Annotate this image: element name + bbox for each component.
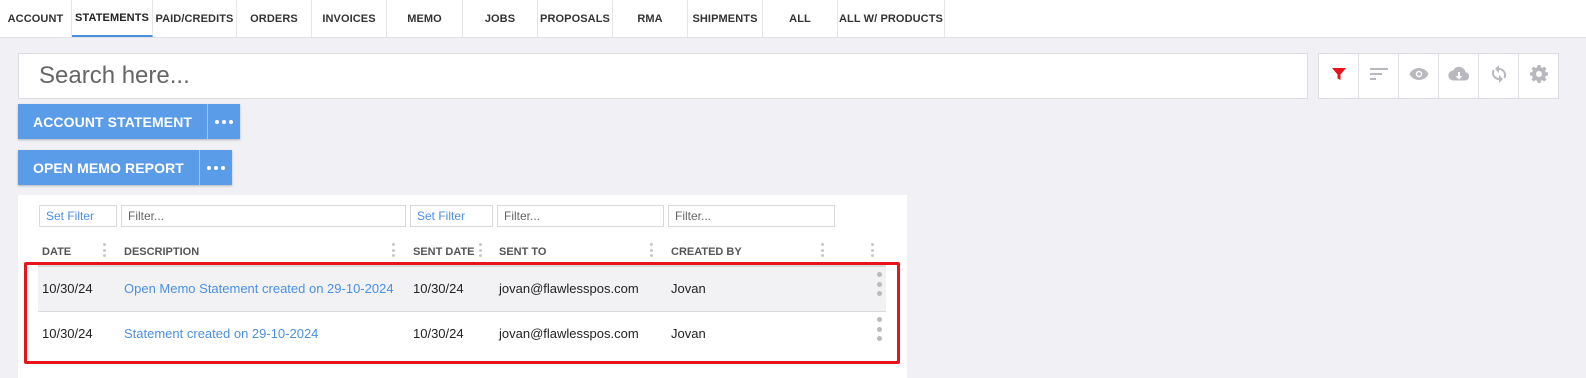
cloud-download-icon <box>1447 66 1470 87</box>
more-vertical-icon <box>876 317 882 322</box>
sent-to-filter-field <box>497 205 664 227</box>
tab-statements[interactable]: STATEMENTS <box>72 0 153 37</box>
tab-bar: ACCOUNT STATEMENTS PAID/CREDITS ORDERS I… <box>0 0 1586 38</box>
tab-memo[interactable]: MEMO <box>387 0 463 37</box>
created-by-filter-input[interactable] <box>675 209 834 223</box>
tab-shipments[interactable]: SHIPMENTS <box>688 0 763 37</box>
sort-icon <box>1369 67 1388 86</box>
more-horizontal-icon <box>206 165 225 170</box>
column-header-sent-to[interactable]: SENT TO <box>499 246 546 258</box>
description-filter-input[interactable] <box>128 209 405 223</box>
cell-sent-date: 10/30/24 <box>413 326 464 341</box>
tab-invoices[interactable]: INVOICES <box>312 0 387 37</box>
column-header-sent-date[interactable]: SENT DATE <box>413 246 475 258</box>
search-input[interactable] <box>19 61 1307 91</box>
cell-created-by: Jovan <box>671 326 706 341</box>
sent-to-filter-input[interactable] <box>504 209 663 223</box>
column-header-created-by[interactable]: CREATED BY <box>671 246 742 258</box>
tab-all-with-products[interactable]: ALL W/ PRODUCTS <box>838 0 945 37</box>
tab-jobs[interactable]: JOBS <box>463 0 538 37</box>
row-menu-button[interactable] <box>873 317 885 341</box>
statements-table: Set Filter Set Filter DATE DESCRIPTION S… <box>18 195 907 378</box>
column-resize-handle[interactable] <box>392 243 395 257</box>
more-horizontal-icon <box>215 119 234 124</box>
gear-icon <box>1529 64 1548 88</box>
table-row[interactable]: 10/30/24 Statement created on 29-10-2024… <box>38 311 886 356</box>
column-resize-handle[interactable] <box>650 243 653 257</box>
date-set-filter-button[interactable]: Set Filter <box>39 205 117 227</box>
open-memo-report-button-group: OPEN MEMO REPORT <box>18 150 232 185</box>
account-statement-more-button[interactable] <box>207 104 240 139</box>
column-resize-handle[interactable] <box>821 243 824 257</box>
sent-date-set-filter-button[interactable]: Set Filter <box>410 205 493 227</box>
settings-button[interactable] <box>1519 54 1558 98</box>
column-header-date[interactable]: DATE <box>42 246 71 258</box>
cell-sent-to: jovan@flawlesspos.com <box>499 281 639 296</box>
filter-icon <box>1331 66 1347 87</box>
table-row[interactable]: 10/30/24 Open Memo Statement created on … <box>38 265 886 311</box>
account-statement-button-group: ACCOUNT STATEMENT <box>18 104 241 139</box>
export-button[interactable] <box>1439 54 1479 98</box>
column-header-description[interactable]: DESCRIPTION <box>124 246 199 258</box>
cell-description-link[interactable]: Statement created on 29-10-2024 <box>124 326 318 341</box>
tab-paid-credits[interactable]: PAID/CREDITS <box>153 0 237 37</box>
tab-rma[interactable]: RMA <box>613 0 688 37</box>
cell-date: 10/30/24 <box>42 281 93 296</box>
column-resize-handle[interactable] <box>479 243 482 257</box>
column-resize-handle[interactable] <box>871 243 874 257</box>
tab-account[interactable]: ACCOUNT <box>0 0 72 37</box>
cell-created-by: Jovan <box>671 281 706 296</box>
description-filter-field <box>121 205 406 227</box>
cell-date: 10/30/24 <box>42 326 93 341</box>
grid-toolbar <box>1318 53 1559 99</box>
tab-proposals[interactable]: PROPOSALS <box>538 0 613 37</box>
tab-orders[interactable]: ORDERS <box>237 0 312 37</box>
open-memo-report-button[interactable]: OPEN MEMO REPORT <box>18 150 199 185</box>
tab-all[interactable]: ALL <box>763 0 838 37</box>
view-button[interactable] <box>1399 54 1439 98</box>
cell-sent-to: jovan@flawlesspos.com <box>499 326 639 341</box>
created-by-filter-field <box>668 205 835 227</box>
sort-button[interactable] <box>1359 54 1399 98</box>
eye-icon <box>1409 67 1429 86</box>
more-vertical-icon <box>876 272 882 277</box>
row-menu-button[interactable] <box>873 272 885 296</box>
cell-sent-date: 10/30/24 <box>413 281 464 296</box>
column-resize-handle[interactable] <box>103 243 106 257</box>
open-memo-report-more-button[interactable] <box>198 150 232 185</box>
sync-icon <box>1491 64 1507 88</box>
refresh-button[interactable] <box>1479 54 1519 98</box>
search-bar <box>18 53 1308 99</box>
filter-button[interactable] <box>1319 54 1359 98</box>
cell-description-link[interactable]: Open Memo Statement created on 29-10-202… <box>124 281 394 296</box>
account-statement-button[interactable]: ACCOUNT STATEMENT <box>18 104 207 139</box>
